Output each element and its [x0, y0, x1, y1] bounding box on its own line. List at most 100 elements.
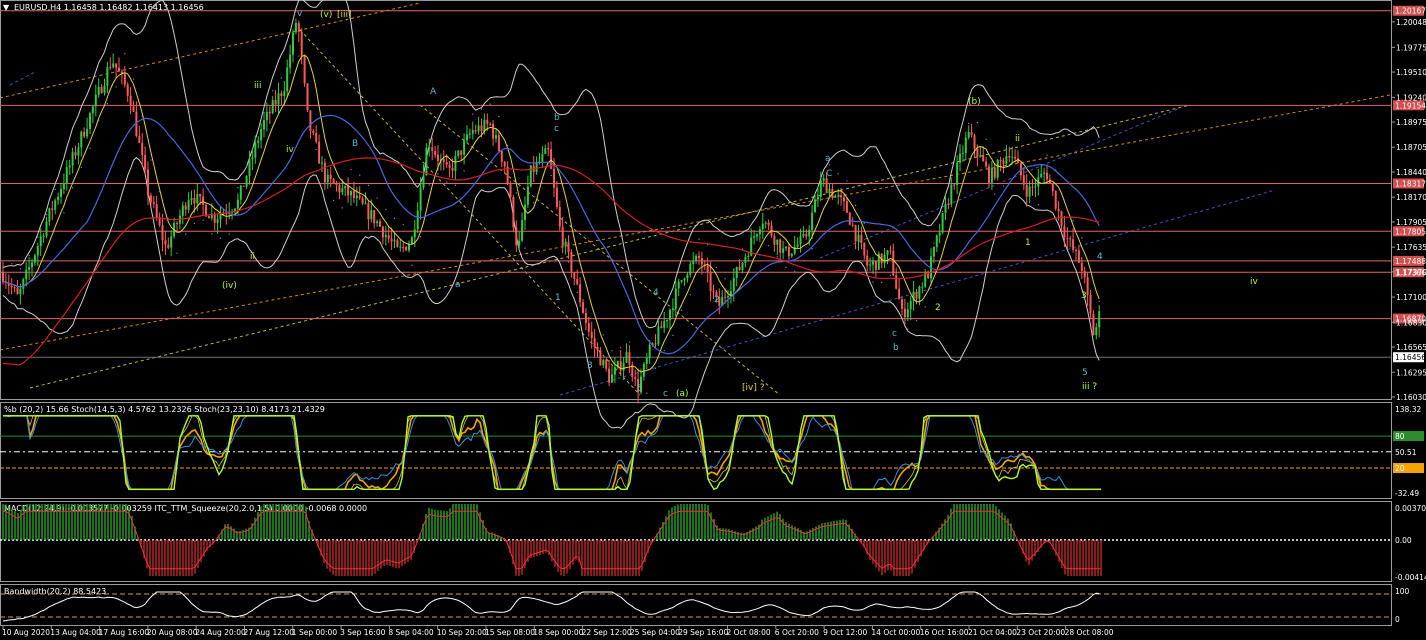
candle-body [190, 198, 193, 201]
psar-dot [428, 184, 430, 186]
psar-dot [472, 113, 474, 115]
candle-body [106, 67, 109, 86]
candle-body [747, 255, 750, 258]
psar-dot [1002, 185, 1005, 187]
wave-label-0: v [297, 9, 303, 19]
candle-body [103, 85, 106, 93]
psar-dot [211, 233, 213, 235]
candle-body [677, 281, 680, 289]
wave-label-11: B [352, 139, 358, 149]
candle-body [321, 162, 323, 164]
candle-body [326, 174, 329, 183]
wave-label-1: (v) [320, 10, 332, 20]
candle-body [599, 350, 602, 366]
candle-body [903, 308, 906, 318]
candle-body [500, 151, 503, 162]
osc-level-label-0: 80 [1395, 432, 1405, 441]
wave-label-4: iv [286, 145, 295, 155]
candle-body [611, 374, 613, 383]
psar-dot [219, 237, 222, 239]
candle-body [950, 184, 953, 205]
candle-body [74, 152, 77, 156]
candle-body [1080, 262, 1083, 271]
candle-body [338, 185, 341, 193]
psar-dot [245, 165, 248, 168]
psar-dot [280, 77, 283, 79]
candle-body [785, 246, 787, 249]
candle-body [990, 167, 993, 183]
candle-body [408, 244, 410, 251]
psar-dot [1046, 154, 1048, 156]
wave-label-25: iii ? [1082, 382, 1097, 392]
wave-label-13: 2 [714, 295, 720, 305]
psar-dot [602, 334, 604, 336]
candle-body [138, 136, 141, 143]
candle-body [268, 111, 271, 114]
candle-body [379, 221, 381, 227]
candle-body [370, 210, 373, 220]
candle-body [515, 227, 518, 246]
candle-body [709, 271, 712, 291]
candle-body [596, 346, 599, 351]
level-label-1: 1.19154 [1395, 101, 1426, 110]
candle-body [544, 148, 547, 154]
psar-dot [106, 102, 109, 105]
wave-label-9: c [554, 124, 559, 134]
wave-label-22: b [893, 343, 899, 353]
psar-dot [237, 186, 239, 189]
candle-body [1043, 172, 1046, 174]
psar-dot [1028, 205, 1031, 208]
chart[interactable]: EURUSD,H4 1.16458 1.16482 1.16413 1.1645… [0, 0, 1426, 640]
candle-body [10, 285, 13, 288]
psar-dot [837, 173, 839, 175]
candle-body [445, 162, 448, 165]
candle-body [405, 246, 408, 251]
candle-body [518, 240, 521, 246]
candle-body [89, 113, 91, 129]
candle-body [602, 359, 605, 366]
candle-body [448, 164, 451, 168]
candle-body [680, 280, 683, 282]
candle-body [80, 131, 83, 148]
candle-body [1034, 186, 1037, 188]
candle-body [280, 93, 283, 97]
time-tick-21: 23 Oct 20:00 [1016, 628, 1065, 637]
psar-dot [1081, 237, 1083, 239]
candle-body [118, 67, 120, 72]
candle-body [71, 152, 74, 166]
candle-body [555, 187, 558, 207]
candle-body [202, 196, 205, 205]
psar-dot [202, 219, 204, 221]
candle-body [883, 254, 886, 264]
psar-dot [306, 90, 309, 92]
wave-label-6: (iv) [222, 281, 237, 291]
candle-body [367, 203, 370, 220]
candle-body [303, 56, 306, 84]
price-tick-11: 1.17100 [1396, 293, 1426, 302]
candle-body [416, 210, 419, 230]
candle-body [265, 111, 268, 121]
price-tick-1: 1.19775 [1396, 43, 1426, 52]
candle-body [706, 265, 709, 272]
candle-body [521, 220, 524, 241]
psar-dot [71, 186, 74, 189]
candle-body [437, 154, 439, 161]
candle-body [898, 288, 901, 300]
candle-body [216, 219, 219, 223]
osc-tick-top: 138.32 [1395, 405, 1421, 414]
psar-dot [359, 174, 361, 176]
psar-dot [541, 182, 544, 184]
candle-body [941, 213, 944, 233]
candle-body [843, 197, 845, 202]
candle-body [213, 213, 216, 223]
candle-body [94, 94, 97, 107]
time-tick-7: 3 Sep 16:00 [340, 628, 386, 637]
candle-body [283, 91, 286, 97]
candle-body [164, 240, 167, 245]
candle-body [886, 250, 889, 255]
psar-dot [437, 173, 439, 175]
osc-tick-bottom: -32.49 [1395, 489, 1419, 498]
price-tick-9: 1.17635 [1396, 243, 1426, 252]
candle-body [428, 147, 431, 149]
wave-label-15: 4 [653, 288, 659, 298]
